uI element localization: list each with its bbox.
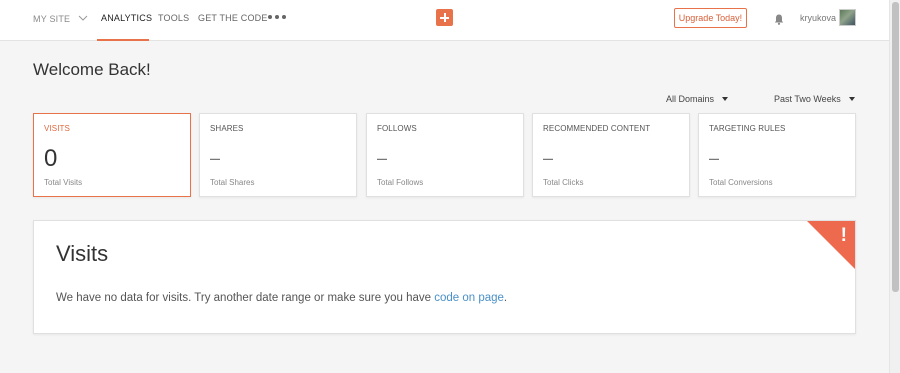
stat-subtitle: Total Visits	[44, 178, 83, 187]
visits-panel: Visits We have no data for visits. Try a…	[33, 220, 856, 334]
no-data-message: We have no data for visits. Try another …	[56, 292, 507, 304]
stat-title: FOLLOWS	[377, 124, 417, 133]
stat-subtitle: Total Conversions	[709, 178, 773, 187]
stat-card-shares[interactable]: SHARES – Total Shares	[199, 113, 357, 197]
page-title: Welcome Back!	[33, 60, 151, 79]
domain-filter-dropdown[interactable]: All Domains	[666, 94, 729, 104]
top-nav: MY SITE ANALYTICS TOOLS GET THE CODE Upg…	[0, 0, 889, 41]
visits-panel-title: Visits	[56, 241, 109, 266]
my-site-menu[interactable]: MY SITE	[33, 13, 88, 24]
bell-icon[interactable]	[774, 12, 784, 25]
stat-subtitle: Total Clicks	[543, 178, 584, 187]
caret-down-icon	[722, 97, 729, 101]
stat-title: VISITS	[44, 124, 70, 133]
no-data-text-end: .	[503, 292, 508, 304]
caret-down-icon	[848, 97, 855, 101]
stat-card-targeting-rules[interactable]: TARGETING RULES – Total Conversions	[698, 113, 856, 197]
active-tab-indicator	[97, 39, 149, 41]
alert-icon: !	[840, 225, 847, 246]
stat-subtitle: Total Shares	[210, 178, 255, 187]
tab-get-the-code[interactable]: GET THE CODE	[198, 13, 268, 23]
stat-card-follows[interactable]: FOLLOWS – Total Follows	[366, 113, 524, 197]
tab-tools[interactable]: TOOLS	[158, 13, 189, 23]
stat-subtitle: Total Follows	[377, 178, 424, 187]
username[interactable]: kryukova	[800, 13, 836, 23]
stat-title: SHARES	[210, 124, 244, 133]
avatar[interactable]	[839, 9, 856, 26]
stat-title: TARGETING RULES	[709, 124, 786, 133]
tab-analytics[interactable]: ANALYTICS	[101, 13, 152, 23]
stat-value: –	[210, 148, 221, 168]
add-button[interactable]	[436, 9, 453, 26]
stat-value: –	[377, 148, 388, 168]
more-menu-icon[interactable]	[268, 15, 286, 19]
stat-value: –	[543, 148, 554, 168]
code-on-page-link[interactable]: code on page	[434, 292, 504, 304]
alert-corner-badge	[807, 221, 855, 269]
upgrade-button[interactable]: Upgrade Today!	[674, 8, 747, 28]
chevron-down-icon	[78, 13, 88, 23]
date-range-dropdown[interactable]: Past Two Weeks	[774, 94, 855, 104]
domain-filter-label: All Domains	[666, 94, 715, 104]
stat-title: RECOMMENDED CONTENT	[543, 124, 651, 133]
stat-card-recommended-content[interactable]: RECOMMENDED CONTENT – Total Clicks	[532, 113, 690, 197]
no-data-text: We have no data for visits. Try another …	[56, 292, 435, 304]
stat-value: –	[709, 148, 720, 168]
my-site-label: MY SITE	[33, 14, 71, 24]
date-range-label: Past Two Weeks	[774, 94, 841, 104]
scrollbar[interactable]	[889, 0, 900, 373]
stat-value: 0	[44, 145, 58, 172]
stat-card-visits[interactable]: VISITS 0 Total Visits	[33, 113, 191, 197]
scrollbar-thumb[interactable]	[892, 2, 899, 292]
